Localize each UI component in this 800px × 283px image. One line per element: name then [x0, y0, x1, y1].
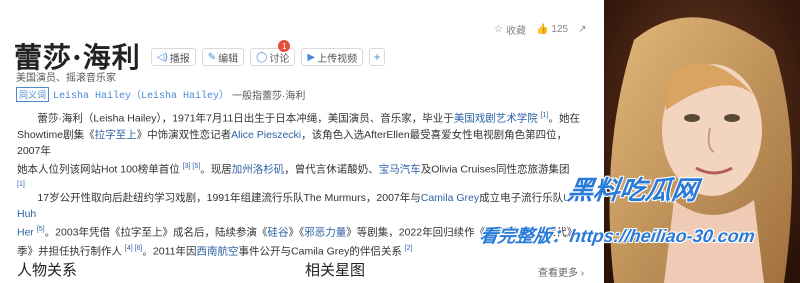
like-button[interactable]: 👍 125 [536, 22, 568, 37]
plus-button[interactable]: + [369, 48, 386, 66]
toolbar-right: ☆ 收藏 👍 125 ↗ [494, 22, 587, 37]
broadcast-label: 播报 [169, 53, 190, 65]
link-character[interactable]: Alice Pieszecki [231, 129, 301, 141]
edit-label: 编辑 [218, 53, 239, 65]
link-show[interactable]: 邪恶力量 [304, 227, 346, 239]
discuss-button[interactable]: 1 ◯ 讨论 [250, 40, 296, 66]
para2-line1: 17岁公开性取向后赴纽约学习戏剧，1991年组建流行乐队The Murmurs，… [17, 190, 587, 222]
collect-label: 收藏 [505, 26, 526, 37]
section-heading-relations: 人物关系 [17, 262, 78, 279]
text-span: 事件公开与Camila Grey的伴侣关系 [238, 245, 402, 257]
text-span: 。她在 [548, 112, 581, 125]
para1-line3: 她本人位列该网站Hot 100榜单首位 [3] [5]。现居加州洛杉矶，曾代言休… [17, 159, 587, 178]
edit-button[interactable]: ✎ 编辑 [201, 48, 245, 66]
synonym-tag: 同义词 [16, 86, 50, 102]
link-band[interactable]: Her [17, 227, 34, 239]
text-span: 及Olivia Cruises同性恋旅游集团 [420, 163, 570, 175]
ref-link[interactable]: [4] [6] [125, 245, 143, 252]
text-span: 。2011年因 [142, 245, 197, 257]
upload-video-label: 上传视频 [317, 53, 358, 65]
link-show[interactable]: 拉字至上 [95, 129, 137, 141]
discuss-label: 讨论 [269, 53, 290, 65]
pencil-icon: ✎ [207, 51, 217, 63]
see-more-link[interactable]: 查看更多 › [538, 264, 584, 279]
link-school[interactable]: 美国戏剧艺术学院 [454, 113, 538, 125]
ref-link[interactable]: [1] [17, 181, 25, 188]
text-span: 。现居 [200, 163, 232, 175]
ref-link[interactable]: [2] [405, 245, 413, 252]
ref-link[interactable]: [1] [541, 112, 549, 119]
upload-video-button[interactable]: ▶ 上传视频 [301, 48, 364, 66]
summary-paragraph-1: 蕾莎·海利（Leisha Hailey），1971年7月11日出生于日本冲绳，美… [17, 108, 587, 196]
chat-icon: ◯ [256, 51, 268, 63]
ref-link[interactable]: [3] [5] [183, 163, 201, 170]
section-heading-stars: 相关星图 [305, 262, 366, 279]
link-show[interactable]: 硅谷 [268, 227, 289, 239]
text-span: 17岁公开性取向后赴纽约学习戏剧，1991年组建流行乐队The Murmurs，… [37, 192, 421, 204]
synonym-row: 同义词 Leisha Hailey（Leisha Hailey） 一般指蕾莎·海… [16, 86, 305, 102]
collect-button[interactable]: ☆ 收藏 [494, 22, 526, 37]
ref-link[interactable]: [5] [37, 226, 45, 233]
action-bar: ◁) 播报 ✎ 编辑 1 ◯ 讨论 ▶ 上传视频 + [150, 40, 386, 66]
text-span: 成立电子流行乐队 [479, 192, 564, 204]
text-span: Showtime剧集《 [17, 128, 95, 141]
text-span: ，曾代言休诺酸奶、 [284, 163, 379, 175]
text-span: 》《 [288, 226, 305, 239]
speaker-icon: ◁) [156, 51, 168, 63]
synonym-desc: 一般指蕾莎·海利 [232, 90, 306, 102]
plus-icon: + [373, 50, 381, 64]
synonym-link[interactable]: Leisha Hailey（Leisha Hailey） [53, 86, 229, 102]
video-icon: ▶ [307, 51, 316, 63]
broadcast-button[interactable]: ◁) 播报 [150, 48, 196, 66]
text-span: 蕾莎·海利（Leisha Hailey），1971年7月11日出生于日本冲绳，美… [37, 112, 454, 125]
baike-page: ☆ 收藏 👍 125 ↗ 蕾莎·海利 ◁) 播报 ✎ 编辑 1 ◯ 讨论 ▶ 上传视频 +… [0, 0, 800, 283]
subtitle: 美国演员、摇滚音乐家 [16, 73, 116, 84]
share-button[interactable]: ↗ [578, 22, 586, 37]
like-count: 125 [551, 24, 569, 35]
watermark-brand: 黑料吃瓜网 [565, 175, 700, 205]
text-span: 她本人位列该网站Hot 100榜单首位 [17, 163, 180, 175]
link-person[interactable]: Camila Grey [421, 192, 479, 204]
text-span: 季》并担任执行制作人 [17, 245, 122, 257]
link-brand[interactable]: 宝马汽车 [379, 163, 421, 175]
text-span: 。2003年凭借《拉字至上》成名后，陆续参演《 [44, 226, 268, 239]
text-span: 》中饰演双性恋记者 [136, 128, 232, 141]
link-city[interactable]: 加州洛杉矶 [232, 163, 285, 175]
para1-line2: Showtime剧集《拉字至上》中饰演双性恋记者Alice Pieszecki，… [17, 127, 587, 159]
watermark-url: 看完整版：https://heiliao-30.com [478, 226, 757, 246]
para1-line1: 蕾莎·海利（Leisha Hailey），1971年7月11日出生于日本冲绳，美… [17, 108, 587, 127]
link-airline[interactable]: 西南航空 [197, 245, 239, 257]
